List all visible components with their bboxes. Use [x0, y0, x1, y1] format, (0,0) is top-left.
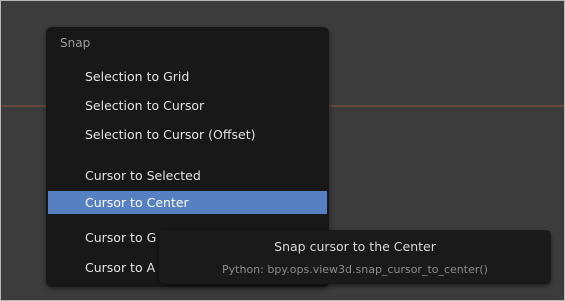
menu-item-selection-to-cursor-offset[interactable]: Selection to Cursor (Offset) [48, 123, 327, 146]
tooltip-python-command: Python: bpy.ops.view3d.snap_cursor_to_ce… [222, 263, 488, 276]
tooltip-title: Snap cursor to the Center [274, 239, 436, 254]
menu-item-selection-to-grid[interactable]: Selection to Grid [48, 65, 327, 88]
menu-item-selection-to-cursor[interactable]: Selection to Cursor [48, 94, 327, 117]
menu-item-cursor-to-center[interactable]: Cursor to Center [48, 191, 327, 214]
menu-item-cursor-to-selected[interactable]: Cursor to Selected [48, 164, 327, 187]
tooltip: Snap cursor to the Center Python: bpy.op… [159, 230, 551, 284]
menu-title: Snap [60, 36, 91, 50]
3d-viewport[interactable]: Snap Selection to Grid Selection to Curs… [0, 0, 565, 301]
